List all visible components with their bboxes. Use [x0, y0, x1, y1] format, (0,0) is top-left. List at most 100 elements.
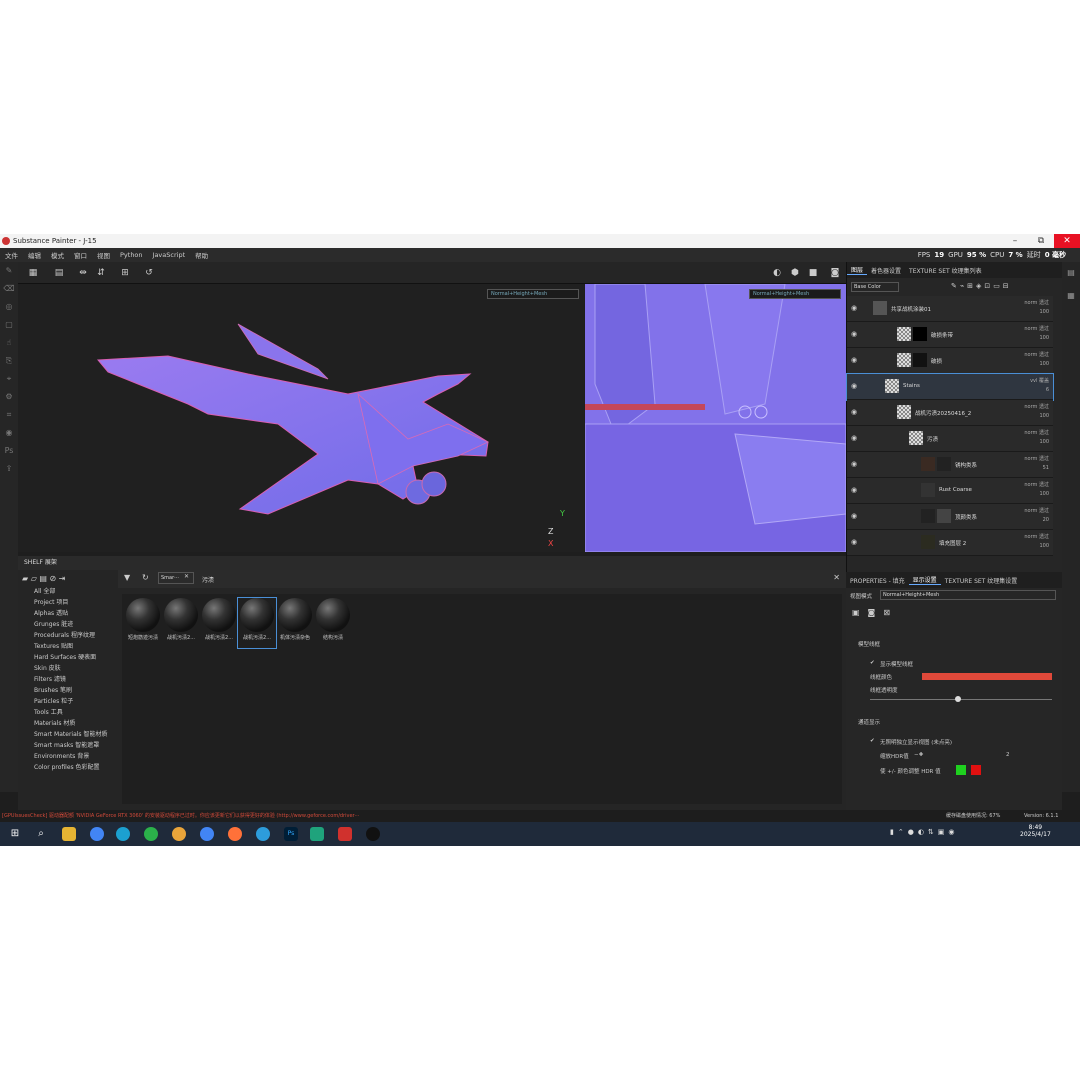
bake-icon[interactable]: ◉	[0, 424, 18, 442]
reset-camera-icon[interactable]: ↺	[142, 266, 156, 280]
refresh-icon[interactable]: ↻	[142, 573, 149, 582]
camera-icon[interactable]: ■	[806, 266, 820, 280]
eraser-icon[interactable]: ⌫	[0, 280, 18, 298]
settings-icon[interactable]: ⚙	[0, 388, 18, 406]
category-brushes[interactable]: Brushes 笔刷	[34, 685, 72, 694]
layer-row[interactable]: ◉ 共享战机涂装01 norm 透过 100	[847, 296, 1053, 322]
category-filters[interactable]: Filters 滤镜	[34, 674, 66, 683]
firefox-icon[interactable]	[228, 827, 242, 841]
tab-layers[interactable]: 图层	[847, 265, 868, 275]
chrome-icon[interactable]	[200, 827, 214, 841]
menu-help[interactable]: 帮助	[195, 250, 208, 260]
category-procedurals[interactable]: Procedurals 程序纹理	[34, 630, 95, 639]
shelf-item[interactable]: 战机污渍2...	[200, 598, 238, 648]
tab-texture-set-settings[interactable]: TEXTURE SET 纹理集设置	[941, 576, 1022, 585]
layer-row[interactable]: ◉ 战机污渍20250416_2 norm 透过 100	[847, 400, 1053, 426]
category-hard-surfaces[interactable]: Hard Surfaces 硬表面	[34, 652, 96, 661]
viewport-3d[interactable]: Normal+Height+Mesh Z Y X	[18, 284, 584, 552]
shelf-item[interactable]: 机体污渍杂色	[276, 598, 314, 648]
menu-view[interactable]: 视图	[97, 250, 110, 260]
measure-icon[interactable]: ⌗	[0, 406, 18, 424]
viewport-3d-mode-select[interactable]: Normal+Height+Mesh	[487, 289, 579, 299]
display-mode-icons[interactable]: ▣◙⊠	[852, 608, 898, 617]
start-icon[interactable]: ⊞	[8, 827, 22, 841]
green-swatch[interactable]	[956, 765, 966, 775]
3dsmax-icon[interactable]	[310, 827, 324, 841]
check-icon[interactable]: ✔	[870, 660, 875, 666]
folder-icon[interactable]: ▰ ▱ ▤ ⊘ ⇥	[22, 574, 65, 583]
viewport-2d-uv[interactable]: Normal+Height+Mesh	[585, 284, 846, 552]
category-tools[interactable]: Tools 工具	[34, 707, 63, 716]
view-mode-select[interactable]: Normal+Height+Mesh	[880, 590, 1056, 600]
projection-icon[interactable]: ◎	[0, 298, 18, 316]
visibility-icon[interactable]: ◉	[851, 460, 857, 468]
frame-icon[interactable]: ⊞	[118, 266, 132, 280]
tab-display-settings[interactable]: 显示设置	[908, 575, 941, 585]
visibility-icon[interactable]: ◉	[851, 408, 857, 416]
visibility-icon[interactable]: ◉	[851, 486, 857, 494]
category-environments[interactable]: Environments 背景	[34, 751, 89, 760]
layout-grid-icon[interactable]: ▤	[52, 266, 66, 280]
layer-row-selected[interactable]: ◉ Stains vvl 覆盖 6	[846, 373, 1054, 401]
layer-row[interactable]: ◉ 破损条带 norm 透过 100	[847, 322, 1053, 348]
visibility-icon[interactable]: ◉	[851, 382, 857, 390]
smudge-icon[interactable]: ☝	[0, 334, 18, 352]
qq-icon[interactable]	[366, 827, 380, 841]
substance-painter-icon[interactable]	[338, 827, 352, 841]
export-icon[interactable]: ⇪	[0, 460, 18, 478]
menu-python[interactable]: Python	[120, 251, 143, 259]
viewport-2d-mode-select[interactable]: Normal+Height+Mesh	[749, 289, 841, 299]
category-particles[interactable]: Particles 粒子	[34, 696, 73, 705]
screenshot-icon[interactable]: ◙	[828, 266, 842, 280]
category-smart-masks[interactable]: Smart masks 智能遮罩	[34, 740, 99, 749]
polygon-fill-icon[interactable]: ▢	[0, 316, 18, 334]
category-alphas[interactable]: Alphas 透贴	[34, 608, 68, 617]
category-skin[interactable]: Skin 皮肤	[34, 663, 61, 672]
layers-dock-icon[interactable]: ▤	[1062, 268, 1080, 277]
filter-icon[interactable]: ▼	[124, 573, 130, 582]
menu-file[interactable]: 文件	[5, 250, 18, 260]
visibility-icon[interactable]: ◉	[851, 304, 857, 312]
visibility-icon[interactable]: ◉	[851, 356, 857, 364]
category-textures[interactable]: Textures 贴图	[34, 641, 73, 650]
system-tray-icons[interactable]: ▮⌃●◐⇅▣◉	[890, 828, 959, 836]
shelf-item-selected[interactable]: 战机污渍2...	[237, 597, 277, 649]
tab-shader-settings[interactable]: 着色器设置	[867, 266, 905, 275]
wire-opacity-handle[interactable]	[955, 696, 961, 702]
channel-select[interactable]: Base Color	[851, 282, 899, 292]
clock[interactable]: 8:49 2025/4/17	[1020, 824, 1051, 838]
hdr-stepper[interactable]: −✚	[914, 752, 923, 758]
minimize-button[interactable]: –	[1002, 234, 1028, 248]
close-button[interactable]: ✕	[1054, 234, 1080, 248]
menu-window[interactable]: 窗口	[74, 250, 87, 260]
chrome-icon[interactable]	[90, 827, 104, 841]
paint-brush-icon[interactable]: ✎	[0, 262, 18, 280]
menu-javascript[interactable]: JavaScript	[153, 251, 186, 259]
hdr-value[interactable]: 2	[1006, 752, 1010, 758]
photoshop-icon[interactable]: Ps	[284, 827, 298, 841]
layer-row[interactable]: ◉ 顶颜类系 norm 透过 20	[847, 504, 1053, 530]
photoshop-icon[interactable]: Ps	[0, 442, 18, 460]
layer-row[interactable]: ◉ 破损 norm 透过 100	[847, 348, 1053, 374]
browser-icon[interactable]	[144, 827, 158, 841]
category-smart-materials[interactable]: Smart Materials 智能材质	[34, 729, 107, 738]
menu-edit[interactable]: 编辑	[28, 250, 41, 260]
mirror-vertical-icon[interactable]: ⇵	[94, 266, 108, 280]
category-grunges[interactable]: Grunges 脏迹	[34, 619, 73, 628]
tab-properties-fill[interactable]: PROPERTIES - 填充	[846, 576, 909, 585]
layer-row[interactable]: ◉ 锈构类系 norm 透过 51	[847, 452, 1053, 478]
visibility-icon[interactable]: ◉	[851, 512, 857, 520]
category-all[interactable]: All 全部	[34, 586, 55, 595]
edge-icon[interactable]	[116, 827, 130, 841]
close-search-icon[interactable]: ✕	[833, 573, 840, 582]
layer-row[interactable]: ◉ 污渍 norm 透过 100	[847, 426, 1053, 452]
wire-opacity-slider[interactable]	[870, 699, 1052, 700]
picker-icon[interactable]: ⌖	[0, 370, 18, 388]
render-mode-icon[interactable]: ◐	[770, 266, 784, 280]
clone-icon[interactable]: ⎘	[0, 352, 18, 370]
chrome-icon[interactable]	[172, 827, 186, 841]
category-color-profiles[interactable]: Color profiles 色彩配置	[34, 762, 100, 771]
shelf-item[interactable]: 结构污渍	[314, 598, 352, 648]
remove-tag-icon[interactable]: ✕	[184, 573, 189, 580]
visibility-icon[interactable]: ◉	[851, 538, 857, 546]
